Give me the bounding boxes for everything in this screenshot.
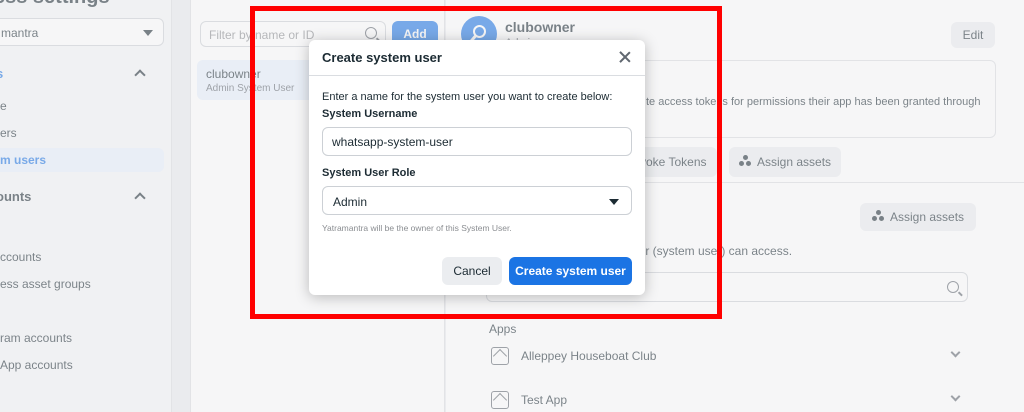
highlight-box bbox=[250, 6, 722, 319]
